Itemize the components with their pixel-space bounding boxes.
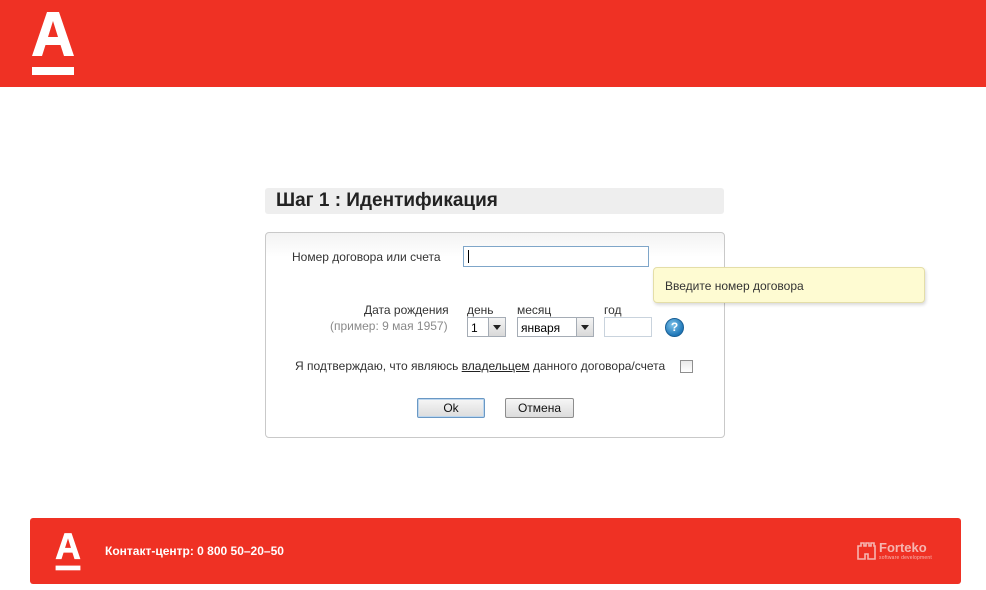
owner-link[interactable]: владельцем <box>462 359 530 373</box>
castle-icon <box>857 542 876 560</box>
forteko-brand: Forteko <box>879 540 927 555</box>
year-input[interactable] <box>604 317 652 337</box>
text-caret <box>468 250 469 263</box>
day-label: день <box>467 303 494 317</box>
day-select[interactable]: 1 <box>467 317 506 337</box>
alfa-bank-logo-icon[interactable] <box>31 12 75 76</box>
contract-tooltip: Введите номер договора <box>653 267 925 303</box>
contract-number-input[interactable] <box>463 246 649 267</box>
help-icon[interactable]: ? <box>665 318 684 337</box>
chevron-down-icon[interactable] <box>576 318 593 336</box>
forteko-subtitle: software development <box>879 555 932 561</box>
owner-confirm-checkbox[interactable] <box>680 360 693 373</box>
footer-bar: Контакт-центр: 0 800 50–20–50 Forteko so… <box>30 518 961 584</box>
birth-date-hint: (пример: 9 мая 1957) <box>330 319 448 333</box>
birth-date-label: Дата рождения <box>364 303 449 317</box>
chevron-down-icon[interactable] <box>488 318 505 336</box>
month-select-value: января <box>521 321 561 335</box>
ok-button[interactable]: Ok <box>417 398 485 418</box>
day-select-value: 1 <box>471 321 478 335</box>
cancel-button[interactable]: Отмена <box>505 398 574 418</box>
top-header-bar <box>0 0 986 87</box>
contract-number-label: Номер договора или счета <box>292 250 441 264</box>
alfa-bank-footer-logo-icon <box>55 532 81 572</box>
month-select[interactable]: января <box>517 317 594 337</box>
owner-confirm-suffix: данного договора/счета <box>529 359 666 373</box>
owner-confirm-text: Я подтверждаю, что являюсь владельцем да… <box>295 359 665 373</box>
contact-center-phone: Контакт-центр: 0 800 50–20–50 <box>105 544 284 558</box>
month-label: месяц <box>517 303 552 317</box>
step-title: Шаг 1 : Идентификация <box>265 188 724 214</box>
identification-form: Номер договора или счета Дата рождения (… <box>265 232 725 438</box>
owner-confirm-prefix: Я подтверждаю, что являюсь <box>295 359 462 373</box>
year-label: год <box>604 303 622 317</box>
forteko-logo[interactable]: Forteko software development <box>857 540 937 564</box>
